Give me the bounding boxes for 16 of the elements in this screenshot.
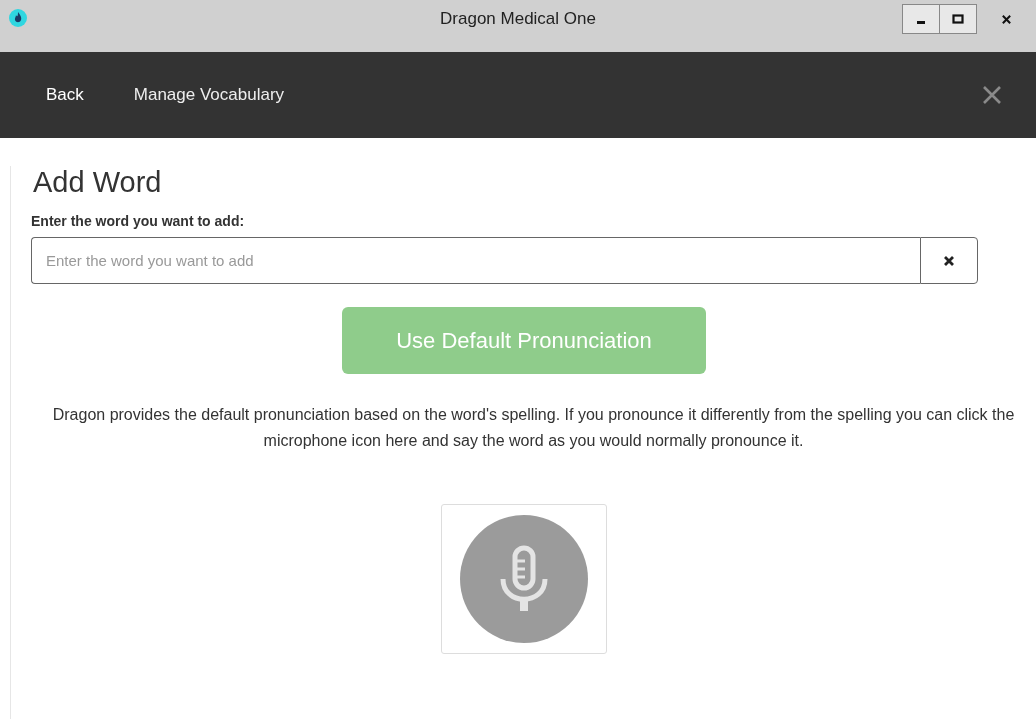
clear-icon [943, 254, 955, 267]
minimize-button[interactable] [902, 4, 940, 34]
description-text: Dragon provides the default pronunciation based on the word's spelling. If you pronounce it differently from the spelling you can click the microphone icon here and say the word as you would normally pronounce it. [51, 405, 1016, 451]
window-title: Dragon Medical One [440, 9, 596, 29]
close-icon [1000, 13, 1012, 25]
minimize-icon [917, 20, 925, 24]
flame-icon [8, 8, 28, 28]
field-label: Enter the word you want to add: [31, 213, 246, 229]
back-link[interactable]: Back [46, 85, 84, 105]
clear-button[interactable] [920, 237, 978, 284]
heading: Add Word [33, 166, 163, 199]
page-title: Manage Vocabulary [133, 85, 286, 105]
microphone-icon [459, 514, 589, 644]
maximize-icon [952, 13, 964, 25]
word-input-field[interactable]: Enter the word you want to add [31, 237, 920, 284]
maximize-button[interactable] [939, 4, 977, 34]
